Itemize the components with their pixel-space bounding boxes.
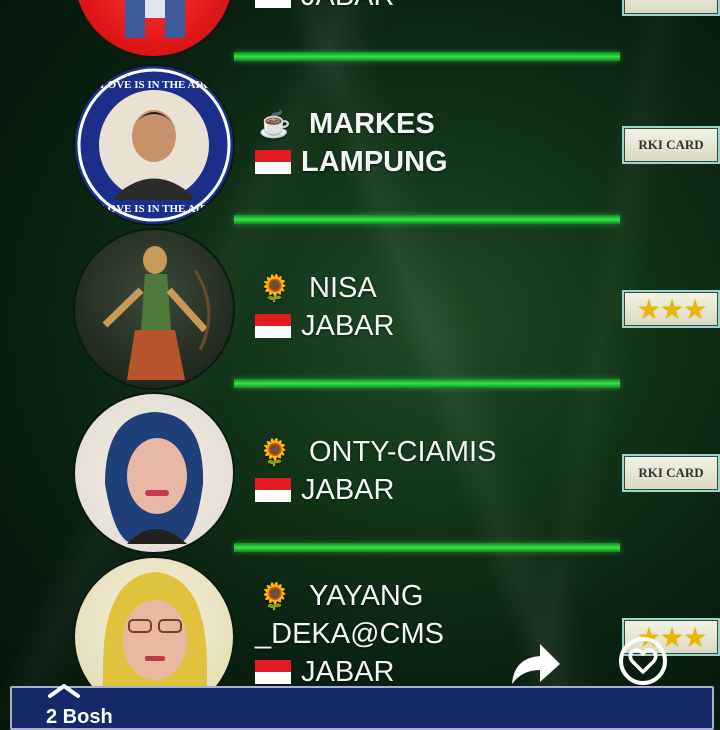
region-label: JABAR — [301, 310, 395, 342]
badge — [622, 0, 720, 16]
region-label: LAMPUNG — [301, 146, 448, 178]
svg-text:LOVE IS IN THE AIR: LOVE IS IN THE AIR — [100, 203, 208, 215]
sunflower-icon: 🌻 — [258, 273, 292, 303]
avatar[interactable] — [73, 0, 235, 58]
indonesia-flag-icon — [255, 478, 291, 502]
indonesia-flag-icon — [255, 660, 291, 684]
user-name: ONTY-CIAMIS — [309, 436, 497, 468]
user-name-continued: _DEKA@CMS — [255, 618, 444, 650]
indonesia-flag-icon — [255, 314, 291, 338]
heart-icon[interactable] — [618, 636, 668, 686]
bottom-bar-label: 2 Bosh — [46, 706, 113, 728]
user-name: MARKES — [309, 108, 435, 140]
svg-text:LOVE IS IN THE AIR: LOVE IS IN THE AIR — [100, 79, 208, 91]
avatar[interactable] — [73, 392, 235, 554]
user-name: NISA — [309, 272, 377, 304]
avatar-ring-icon: LOVE IS IN THE AIR LOVE IS IN THE AIR — [77, 68, 231, 222]
avatar-dancer-icon — [102, 246, 211, 380]
region-label: JABAR — [301, 0, 394, 12]
coffee-icon: ☕ — [258, 109, 292, 139]
indonesia-flag-icon — [255, 0, 291, 8]
rki-card-badge: RKI CARD — [622, 454, 720, 492]
avatar[interactable]: LOVE IS IN THE AIR LOVE IS IN THE AIR — [73, 64, 235, 226]
avatar-woman-icon — [105, 412, 204, 544]
bottom-bar[interactable] — [10, 686, 714, 730]
star-badge: ★★★ — [622, 290, 720, 328]
avatar[interactable] — [73, 228, 235, 390]
share-icon[interactable] — [510, 640, 562, 686]
rki-card-badge: RKI CARD — [622, 126, 720, 164]
avatar-figure-icon — [125, 0, 185, 38]
sunflower-icon: 🌻 — [258, 581, 292, 611]
sunflower-icon: 🌻 — [258, 437, 292, 467]
divider — [234, 52, 620, 61]
divider — [234, 543, 620, 552]
region-label: JABAR — [301, 656, 395, 688]
chevron-up-icon[interactable] — [48, 682, 80, 698]
region-label: JABAR — [301, 474, 395, 506]
user-name: YAYANG — [309, 580, 424, 612]
divider — [234, 379, 620, 388]
divider — [234, 215, 620, 224]
indonesia-flag-icon — [255, 150, 291, 174]
